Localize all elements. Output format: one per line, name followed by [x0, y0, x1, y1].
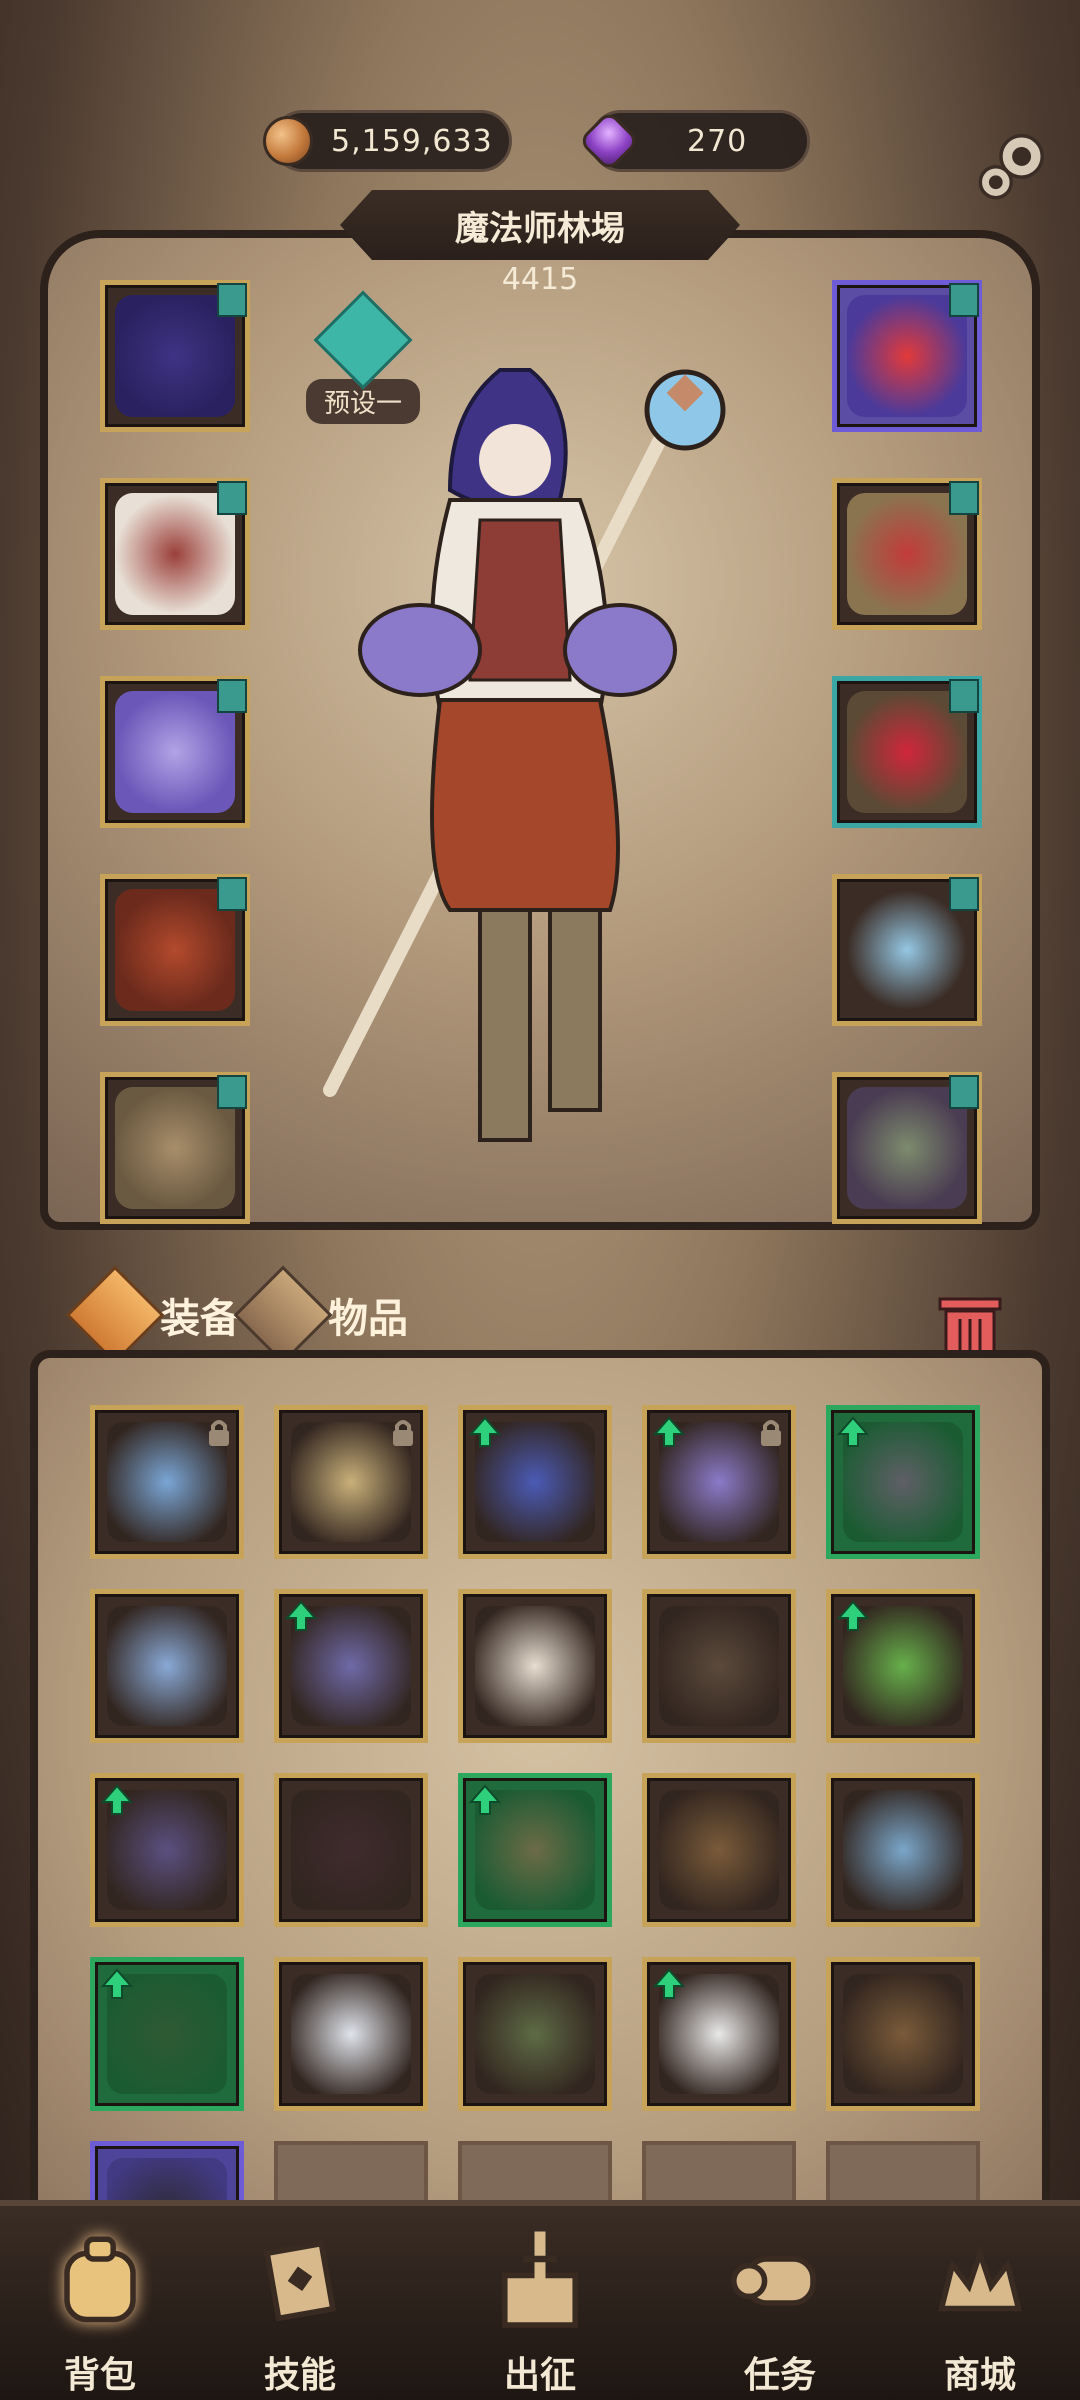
item-art-icon: [843, 1974, 963, 2094]
quest-scroll-icon: [731, 2256, 816, 2306]
resource-bar: 5,159,633 270: [0, 109, 1080, 180]
tab-equipment-label: 装备: [160, 1296, 240, 1342]
character-name-plate: 魔法师林埸: [340, 190, 740, 260]
item-art-icon: [291, 1974, 411, 2094]
upgrade-arrow-icon: [469, 1416, 501, 1447]
lock-icon: [209, 1420, 229, 1446]
equip-slot-cloak[interactable]: [832, 1072, 982, 1224]
slot-tag-icon: [217, 679, 247, 713]
lock-icon: [761, 1420, 781, 1446]
upgrade-arrow-icon: [101, 1968, 133, 1999]
inventory-item[interactable]: [90, 1957, 244, 2111]
equip-slot-ring-1[interactable]: [832, 478, 982, 630]
equip-slot-necklace[interactable]: [832, 280, 982, 432]
skill-book-icon: [264, 2240, 336, 2322]
inventory-item[interactable]: [826, 1589, 980, 1743]
equip-slot-chest[interactable]: [100, 478, 250, 630]
equip-slot-feet[interactable]: [100, 1072, 250, 1224]
upgrade-arrow-icon: [285, 1600, 317, 1631]
tab-items-label: 物品: [328, 1296, 408, 1342]
inventory-screen: 5,159,633 270 魔法师林埸 4415 预设一 装备 物品 背包 技能…: [0, 0, 1080, 2400]
slot-tag-icon: [949, 283, 979, 317]
slot-tag-icon: [949, 877, 979, 911]
slot-tag-icon: [949, 481, 979, 515]
equip-slot-gloves[interactable]: [100, 676, 250, 828]
gem-value: 270: [687, 123, 748, 159]
lock-icon: [393, 1420, 413, 1446]
nav-quests-label: 任务: [743, 2355, 816, 2396]
inventory-item[interactable]: [458, 1589, 612, 1743]
equip-slot-legs[interactable]: [100, 874, 250, 1026]
inventory-item[interactable]: [90, 1405, 244, 1559]
nav-backpack[interactable]: 背包: [0, 2226, 200, 2400]
item-art-icon: [475, 1606, 595, 1726]
equip-slot-head[interactable]: [100, 280, 250, 432]
inventory-item[interactable]: [458, 1957, 612, 2111]
inventory-item[interactable]: [458, 1773, 612, 1927]
item-art-icon: [843, 1790, 963, 1910]
inventory-item[interactable]: [642, 1589, 796, 1743]
shop-crown-icon: [937, 2244, 1023, 2312]
inventory-item[interactable]: [642, 1957, 796, 2111]
inventory-item[interactable]: [274, 1589, 428, 1743]
inventory-item[interactable]: [826, 1957, 980, 2111]
upgrade-arrow-icon: [469, 1784, 501, 1815]
slot-tag-icon: [217, 877, 247, 911]
item-art-icon: [291, 1790, 411, 1910]
item-art-icon: [659, 1790, 779, 1910]
inventory-item[interactable]: [826, 1773, 980, 1927]
bottom-navigation: 背包 技能 出征 任务 商城: [0, 2200, 1080, 2400]
settings-button[interactable]: [968, 120, 1058, 210]
nav-shop-label: 商城: [943, 2355, 1016, 2396]
inventory-item[interactable]: [458, 1405, 612, 1559]
battle-sword-icon: [502, 2231, 578, 2328]
gem-icon: [577, 109, 641, 173]
coin-counter: 5,159,633: [263, 110, 512, 172]
character-name: 魔法师林埸: [455, 208, 625, 249]
backpack-icon: [64, 2236, 136, 2323]
nav-backpack-label: 背包: [63, 2355, 136, 2396]
slot-tag-icon: [949, 679, 979, 713]
inventory-item[interactable]: [274, 1957, 428, 2111]
item-art-icon: [475, 1974, 595, 2094]
inventory-item[interactable]: [90, 1589, 244, 1743]
inventory-item[interactable]: [642, 1405, 796, 1559]
equip-slot-weapon[interactable]: [832, 874, 982, 1026]
gem-counter: 270: [577, 109, 810, 173]
nav-battle[interactable]: 出征: [440, 2226, 640, 2400]
coin-value: 5,159,633: [331, 123, 493, 159]
coin-icon: [263, 116, 313, 166]
hero-portrait: [323, 368, 726, 1142]
item-art-icon: [107, 1606, 227, 1726]
power-value: 4415: [501, 262, 579, 297]
nav-skills[interactable]: 技能: [200, 2226, 400, 2400]
slot-tag-icon: [217, 283, 247, 317]
inventory-item[interactable]: [274, 1405, 428, 1559]
nav-battle-label: 出征: [503, 2355, 576, 2396]
upgrade-arrow-icon: [101, 1784, 133, 1815]
nav-shop[interactable]: 商城: [880, 2226, 1080, 2400]
nav-skills-label: 技能: [263, 2355, 336, 2396]
upgrade-arrow-icon: [837, 1600, 869, 1631]
nav-quests[interactable]: 任务: [680, 2226, 880, 2400]
slot-tag-icon: [217, 1075, 247, 1109]
upgrade-arrow-icon: [653, 1968, 685, 1999]
inventory-item[interactable]: [90, 1773, 244, 1927]
gear-icon: [978, 134, 1044, 200]
equip-slot-ring-2[interactable]: [832, 676, 982, 828]
inventory-item[interactable]: [274, 1773, 428, 1927]
inventory-item[interactable]: [642, 1773, 796, 1927]
slot-tag-icon: [949, 1075, 979, 1109]
upgrade-arrow-icon: [837, 1416, 869, 1447]
upgrade-arrow-icon: [653, 1416, 685, 1447]
slot-tag-icon: [217, 481, 247, 515]
inventory-item[interactable]: [826, 1405, 980, 1559]
item-art-icon: [659, 1606, 779, 1726]
